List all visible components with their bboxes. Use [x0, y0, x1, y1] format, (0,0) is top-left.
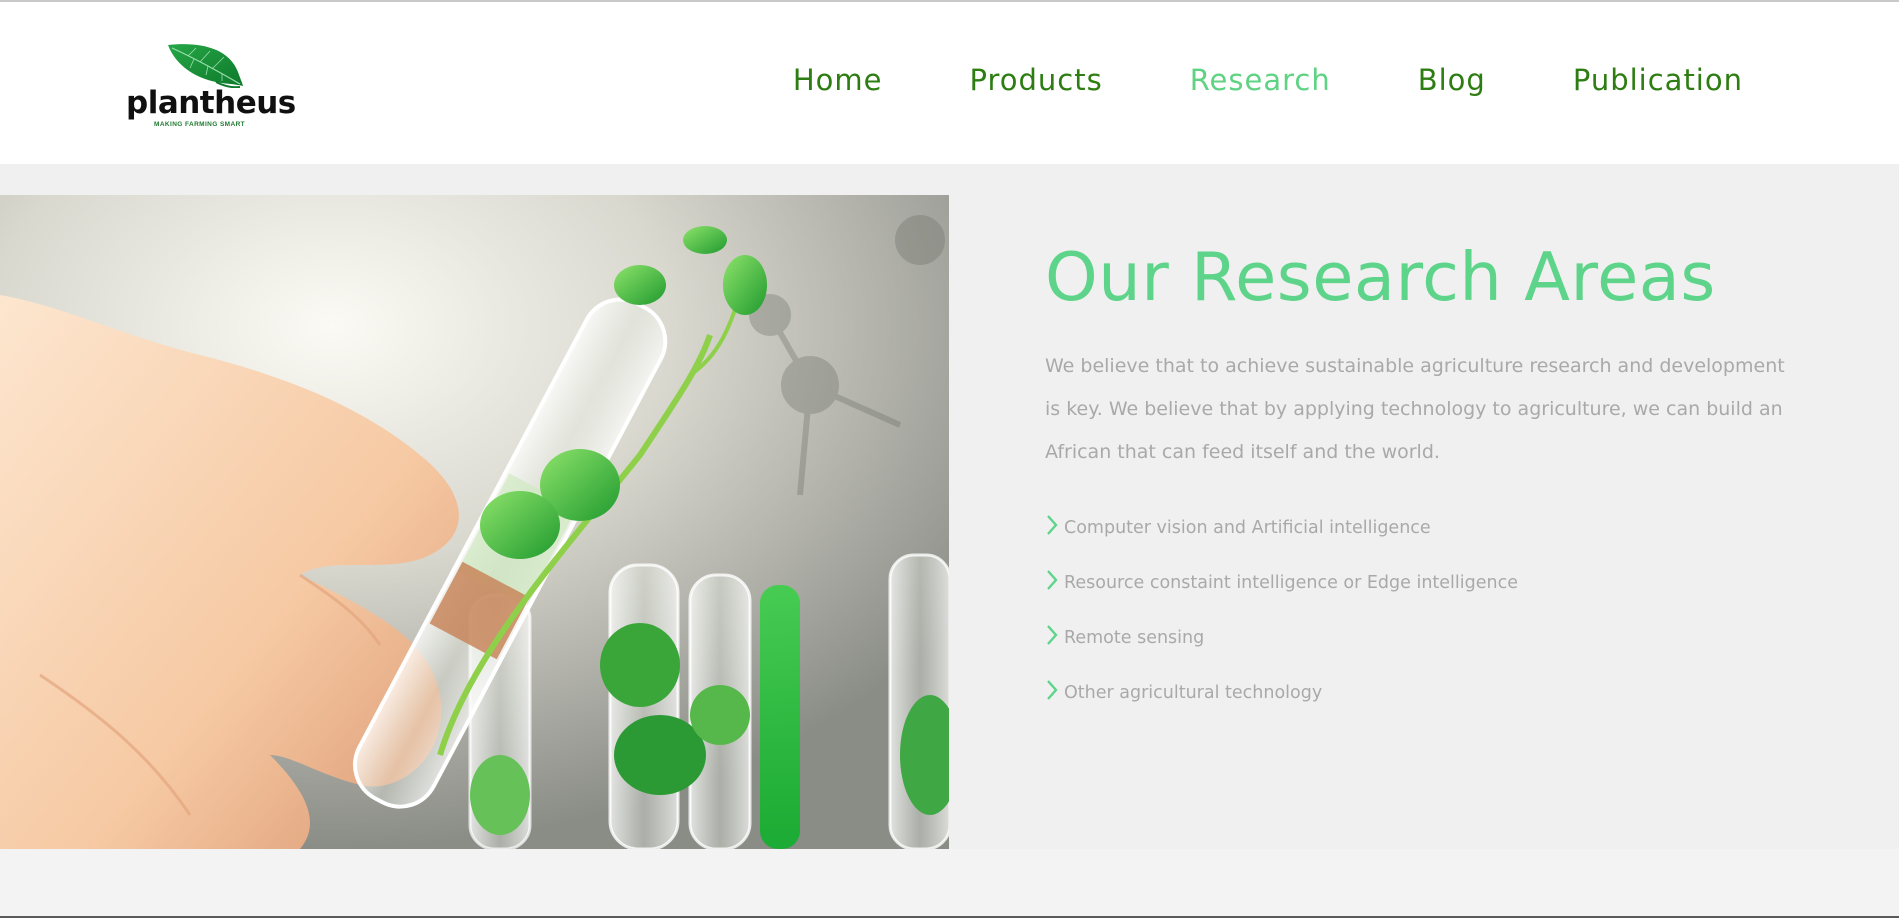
nav-publication[interactable]: Publication [1573, 60, 1743, 100]
research-content: Our Research Areas We believe that to ac… [1045, 244, 1805, 720]
nav-blog[interactable]: Blog [1418, 60, 1486, 100]
section-description: We believe that to achieve sustainable a… [1045, 355, 1785, 463]
nav-research[interactable]: Research [1190, 60, 1331, 100]
nav-products[interactable]: Products [969, 60, 1102, 100]
brand-name: plantheus [126, 85, 296, 121]
list-item: Remote sensing [1045, 610, 1805, 665]
brand-tagline: MAKING FARMING SMART [154, 121, 246, 128]
research-section: Our Research Areas We believe that to ac… [0, 164, 1899, 849]
site-header: plantheus MAKING FARMING SMART Home Prod… [0, 2, 1899, 164]
section-title: Our Research Areas [1045, 238, 1716, 316]
chevron-right-icon [1047, 624, 1058, 645]
hero-illustration [0, 195, 949, 849]
main-nav: Home Products Research Blog Publication [706, 60, 1743, 100]
research-areas-list: Computer vision and Artificial intellige… [1045, 500, 1805, 720]
research-area-label: Computer vision and Artificial intellige… [1064, 517, 1431, 538]
list-item: Computer vision and Artificial intellige… [1045, 500, 1805, 555]
leaf-icon [168, 44, 243, 88]
research-area-label: Other agricultural technology [1064, 682, 1323, 703]
list-item: Other agricultural technology [1045, 665, 1805, 720]
lab-test-tube-seedling-image [0, 195, 949, 849]
list-item: Resource constaint intelligence or Edge … [1045, 555, 1805, 610]
page: plantheus MAKING FARMING SMART Home Prod… [0, 0, 1899, 918]
chevron-right-icon [1047, 679, 1058, 700]
footer-band [0, 849, 1899, 918]
chevron-right-icon [1047, 569, 1058, 590]
site-logo[interactable]: plantheus MAKING FARMING SMART [126, 42, 296, 134]
research-area-label: Remote sensing [1064, 627, 1205, 648]
research-area-label: Resource constaint intelligence or Edge … [1064, 572, 1518, 593]
chevron-right-icon [1047, 514, 1058, 535]
nav-home[interactable]: Home [793, 60, 883, 100]
